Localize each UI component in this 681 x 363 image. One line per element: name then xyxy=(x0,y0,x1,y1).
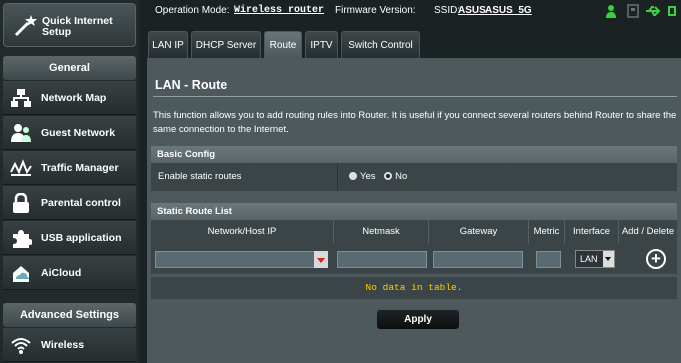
metric-input[interactable] xyxy=(536,251,561,268)
title-divider xyxy=(153,96,677,97)
sidebar-item-parental-control[interactable]: Parental control xyxy=(3,186,136,220)
radio-no-label: No xyxy=(395,171,408,182)
route-input-row: LAN + xyxy=(151,244,677,274)
parental-control-icon xyxy=(13,193,29,213)
usb-application-icon xyxy=(13,230,32,248)
sidebar-item-wireless[interactable]: Wireless xyxy=(3,328,136,362)
sidebar-item-label: USB application xyxy=(41,232,122,244)
static-routes-row: Enable static routes Yes No xyxy=(151,163,677,191)
status-bar: Operation Mode: Wireless router Firmware… xyxy=(145,0,681,24)
tab-lan-ip[interactable]: LAN IP xyxy=(148,31,188,58)
wireless-icon xyxy=(11,338,31,354)
tab-iptv[interactable]: IPTV xyxy=(305,31,338,58)
ssid-5g-link[interactable]: ASUS_5G xyxy=(485,5,532,16)
chevron-down-icon xyxy=(603,251,614,267)
sidebar-item-label: Parental control xyxy=(41,197,121,209)
tab-route[interactable]: Route xyxy=(264,31,302,58)
radio-no[interactable] xyxy=(384,172,393,180)
sidebar-item-label: Guest Network xyxy=(41,127,116,139)
radio-yes-label: Yes xyxy=(360,171,376,182)
ssid-2g-link[interactable]: ASUS xyxy=(458,5,486,16)
sidebar-item-network-map[interactable]: Network Map xyxy=(3,81,136,115)
usb-status-icon[interactable] xyxy=(645,4,661,18)
static-route-list-header: Static Route List xyxy=(151,203,677,220)
quick-internet-setup-label: Quick Internet Setup xyxy=(42,15,113,38)
ssid-label: SSID: xyxy=(434,5,461,16)
traffic-manager-icon xyxy=(10,159,32,176)
static-routes-label: Enable static routes xyxy=(151,163,338,191)
radio-yes[interactable] xyxy=(349,172,357,180)
static-routes-options: Yes No xyxy=(349,171,407,182)
aicloud-icon xyxy=(13,266,29,282)
tab-dhcp-server[interactable]: DHCP Server xyxy=(191,31,261,58)
column-interface: Interface xyxy=(565,220,619,244)
sidebar-item-usb-application[interactable]: USB application xyxy=(3,221,136,255)
sidebar-item-label: Traffic Manager xyxy=(41,162,119,174)
guest-network-icon xyxy=(11,124,31,142)
page-title: LAN - Route xyxy=(155,78,228,92)
wand-icon xyxy=(14,15,37,37)
operation-mode-link[interactable]: Wireless router xyxy=(234,5,324,16)
sidebar-item-guest-network[interactable]: Guest Network xyxy=(3,116,136,150)
netmask-input[interactable] xyxy=(337,251,427,268)
sidebar-item-traffic-manager[interactable]: Traffic Manager xyxy=(3,151,136,185)
sidebar-item-label: Network Map xyxy=(41,92,107,104)
column-add-delete: Add / Delete xyxy=(619,220,677,244)
sidebar-item-aicloud[interactable]: AiCloud xyxy=(3,256,136,290)
main-panel: LAN - Route This function allows you to … xyxy=(147,58,681,363)
network-map-icon xyxy=(11,89,31,107)
sidebar-item-label: Wireless xyxy=(41,339,85,351)
sidebar: Quick Internet Setup General Network Map… xyxy=(0,0,139,363)
general-section-header: General xyxy=(3,56,136,80)
interface-value: LAN xyxy=(580,254,598,264)
tab-switch-control[interactable]: Switch Control xyxy=(341,31,420,58)
quick-internet-setup-button[interactable]: Quick Internet Setup xyxy=(3,3,136,47)
add-route-button[interactable]: + xyxy=(646,249,666,269)
column-netmask: Netmask xyxy=(334,220,429,244)
page-description: This function allows you to add routing … xyxy=(153,110,677,135)
column-gateway: Gateway xyxy=(429,220,529,244)
column-network-host-ip: Network/Host IP xyxy=(151,220,334,244)
sidebar-item-label: AiCloud xyxy=(41,267,82,279)
client-status-icon[interactable] xyxy=(606,4,620,18)
gateway-input[interactable] xyxy=(433,251,523,268)
internet-status-icon[interactable] xyxy=(666,4,678,18)
column-metric: Metric xyxy=(529,220,565,244)
empty-table-message: No data in table. xyxy=(151,277,677,299)
basic-config-header: Basic Config xyxy=(151,146,677,163)
network-host-ip-input[interactable] xyxy=(155,251,319,268)
printer-status-icon[interactable] xyxy=(626,4,640,18)
advanced-settings-section-header: Advanced Settings xyxy=(3,303,136,327)
apply-button[interactable]: Apply xyxy=(376,309,460,330)
interface-select[interactable]: LAN xyxy=(575,250,615,268)
chevron-down-icon[interactable] xyxy=(314,251,328,268)
operation-mode-label: Operation Mode: xyxy=(155,5,230,16)
firmware-version-label: Firmware Version: xyxy=(335,5,416,16)
